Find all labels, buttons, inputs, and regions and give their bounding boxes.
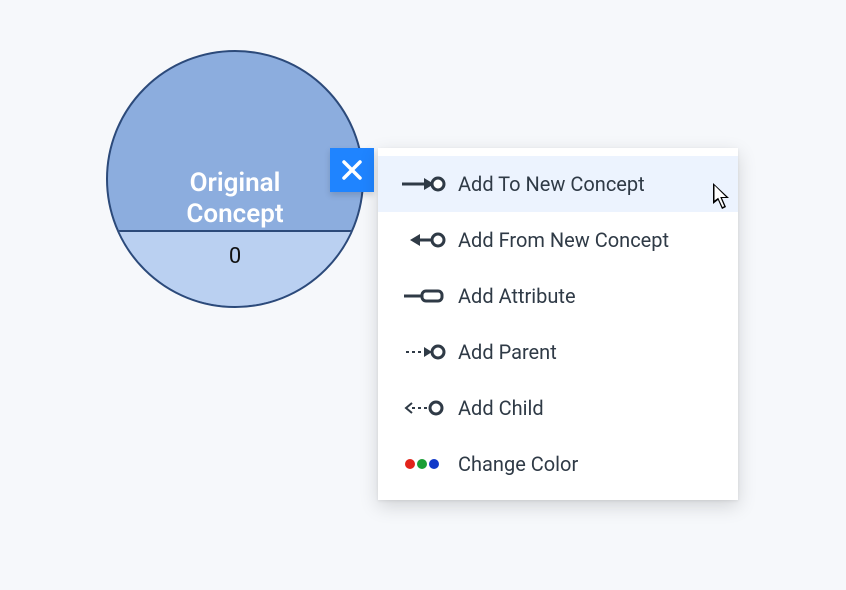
attribute-icon xyxy=(400,284,446,308)
menu-item-label: Add Child xyxy=(458,396,544,420)
parent-icon xyxy=(400,340,446,364)
child-icon xyxy=(400,396,446,420)
menu-item-add-to-new-concept[interactable]: Add To New Concept xyxy=(378,156,738,212)
arrow-to-node-icon xyxy=(400,172,446,196)
concept-count-area: 0 xyxy=(108,230,362,306)
menu-item-label: Add From New Concept xyxy=(458,228,669,252)
close-icon xyxy=(340,158,364,182)
concept-title: Original Concept xyxy=(108,52,362,254)
concept-title-line2: Concept xyxy=(186,199,283,230)
node-context-menu: Add To New Concept Add From New Concept … xyxy=(378,148,738,500)
arrow-from-node-icon xyxy=(400,228,446,252)
concept-title-line1: Original xyxy=(186,168,283,199)
menu-item-change-color[interactable]: Change Color xyxy=(378,436,738,492)
menu-item-add-from-new-concept[interactable]: Add From New Concept xyxy=(378,212,738,268)
color-dots-icon xyxy=(400,452,446,476)
menu-item-label: Change Color xyxy=(458,452,578,476)
concept-count: 0 xyxy=(229,244,241,269)
menu-item-label: Add To New Concept xyxy=(458,172,645,196)
menu-item-add-attribute[interactable]: Add Attribute xyxy=(378,268,738,324)
concept-node[interactable]: Original Concept 0 xyxy=(106,50,364,308)
menu-item-label: Add Parent xyxy=(458,340,557,364)
menu-item-add-parent[interactable]: Add Parent xyxy=(378,324,738,380)
menu-item-add-child[interactable]: Add Child xyxy=(378,380,738,436)
menu-item-label: Add Attribute xyxy=(458,284,576,308)
close-menu-button[interactable] xyxy=(330,148,374,192)
